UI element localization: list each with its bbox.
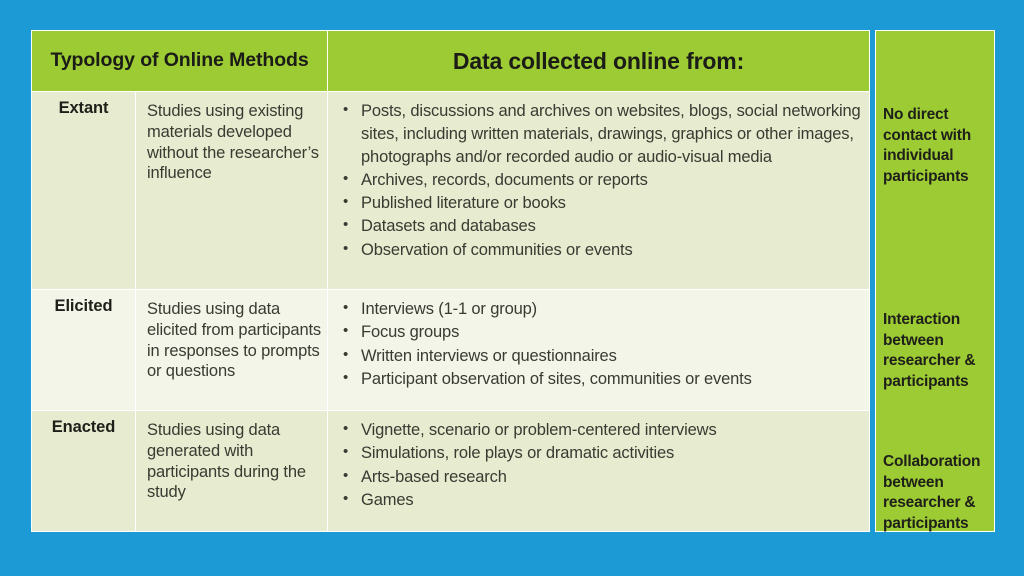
row-bullets-elicited: • Interviews (1-1 or group) • Focus groups… bbox=[327, 289, 871, 411]
bullet-point-icon: • bbox=[343, 169, 349, 187]
header-typology-of-online-methods: Typology of Online Methods bbox=[30, 30, 329, 92]
row-label-enacted: Enacted bbox=[31, 410, 136, 532]
slide-canvas: Typology of Online Methods Data collecte… bbox=[0, 0, 1024, 576]
list-item-label: Archives, records, documents or reports bbox=[361, 170, 648, 189]
list-item: • Participant observation of sites, commu… bbox=[336, 368, 861, 391]
bullet-point-icon: • bbox=[343, 489, 349, 507]
list-item: • Vignette, scenario or problem-centered … bbox=[336, 419, 861, 442]
list-item-label: Datasets and databases bbox=[361, 217, 536, 236]
row-description-enacted: Studies using data generated with partic… bbox=[134, 410, 329, 532]
bullet-point-icon: • bbox=[343, 193, 349, 211]
list-item-label: Participant observation of sites, commun… bbox=[361, 369, 752, 388]
bullet-point-icon: • bbox=[343, 216, 349, 234]
list-item-label: Arts-based research bbox=[361, 467, 507, 486]
list-item: • Arts-based research bbox=[336, 466, 861, 489]
header-row: Typology of Online Methods Data collecte… bbox=[30, 30, 871, 92]
list-item: • Observation of communities or events bbox=[336, 239, 861, 262]
bullet-point-icon: • bbox=[343, 299, 349, 317]
row-label-elicited: Elicited bbox=[31, 289, 136, 411]
list-item: • Games bbox=[336, 489, 861, 512]
bullet-point-icon: • bbox=[343, 101, 349, 118]
outcome-enacted: Collaboration between researcher & parti… bbox=[883, 453, 981, 532]
bullet-point-icon: • bbox=[343, 466, 349, 484]
list-item-label: Simulations, role plays or dramatic acti… bbox=[361, 444, 675, 463]
table-row-extant: Extant Studies using existing materials … bbox=[31, 90, 871, 291]
list-item: • Posts, discussions and archives on webs… bbox=[336, 100, 861, 168]
row-description-elicited: Studies using data elicited from partici… bbox=[134, 289, 329, 411]
bullet-list-extant: • Posts, discussions and archives on webs… bbox=[336, 100, 861, 261]
table-row-elicited: Elicited Studies using data elicited fro… bbox=[31, 289, 871, 411]
list-item-label: Vignette, scenario or problem-centered i… bbox=[361, 421, 717, 439]
list-item-label: Games bbox=[361, 490, 414, 509]
list-item-label: Focus groups bbox=[361, 323, 460, 342]
list-item-label: Interviews (1-1 or group) bbox=[361, 300, 538, 319]
list-item: • Simulations, role plays or dramatic act… bbox=[336, 442, 861, 465]
list-item: • Written interviews or questionnaires bbox=[336, 345, 861, 368]
list-item: • Interviews (1-1 or group) bbox=[336, 298, 861, 321]
bullet-point-icon: • bbox=[343, 239, 349, 257]
row-description-extant: Studies using existing materials develop… bbox=[134, 90, 329, 291]
list-item: • Archives, records, documents or reports bbox=[336, 169, 861, 192]
bullet-list-elicited: • Interviews (1-1 or group) • Focus groups… bbox=[336, 298, 861, 391]
typology-of-online-methods-table: Typology of Online Methods Data collecte… bbox=[30, 30, 871, 532]
outcome-extant: No direct contact with individual partic… bbox=[883, 106, 972, 185]
list-item: • Datasets and databases bbox=[336, 215, 861, 238]
table-body: Extant Studies using existing materials … bbox=[31, 90, 871, 532]
list-item: • Focus groups bbox=[336, 321, 861, 344]
row-bullets-extant: • Posts, discussions and archives on webs… bbox=[327, 90, 871, 291]
list-item-label: Published literature or books bbox=[361, 194, 566, 213]
bullet-point-icon: • bbox=[343, 443, 349, 461]
bullet-list-enacted: • Vignette, scenario or problem-centered … bbox=[336, 419, 861, 512]
bullet-point-icon: • bbox=[343, 322, 349, 340]
participant-relationship-column: No direct contact with individual partic… bbox=[875, 30, 995, 532]
list-item-label: Posts, discussions and archives on websi… bbox=[361, 102, 861, 166]
table-header: Typology of Online Methods Data collecte… bbox=[30, 30, 871, 92]
row-bullets-enacted: • Vignette, scenario or problem-centered … bbox=[327, 410, 871, 532]
table-row-enacted: Enacted Studies using data generated wit… bbox=[31, 410, 871, 532]
list-item: • Published literature or books bbox=[336, 192, 861, 215]
row-label-extant: Extant bbox=[31, 90, 136, 291]
bullet-point-icon: • bbox=[343, 345, 349, 363]
outcome-elicited: Interaction between researcher & partici… bbox=[883, 311, 976, 390]
list-item-label: Observation of communities or events bbox=[361, 240, 633, 259]
bullet-point-icon: • bbox=[343, 420, 349, 437]
header-data-collected-online-from: Data collected online from: bbox=[327, 30, 871, 92]
list-item-label: Written interviews or questionnaires bbox=[361, 346, 617, 365]
bullet-point-icon: • bbox=[343, 368, 349, 386]
